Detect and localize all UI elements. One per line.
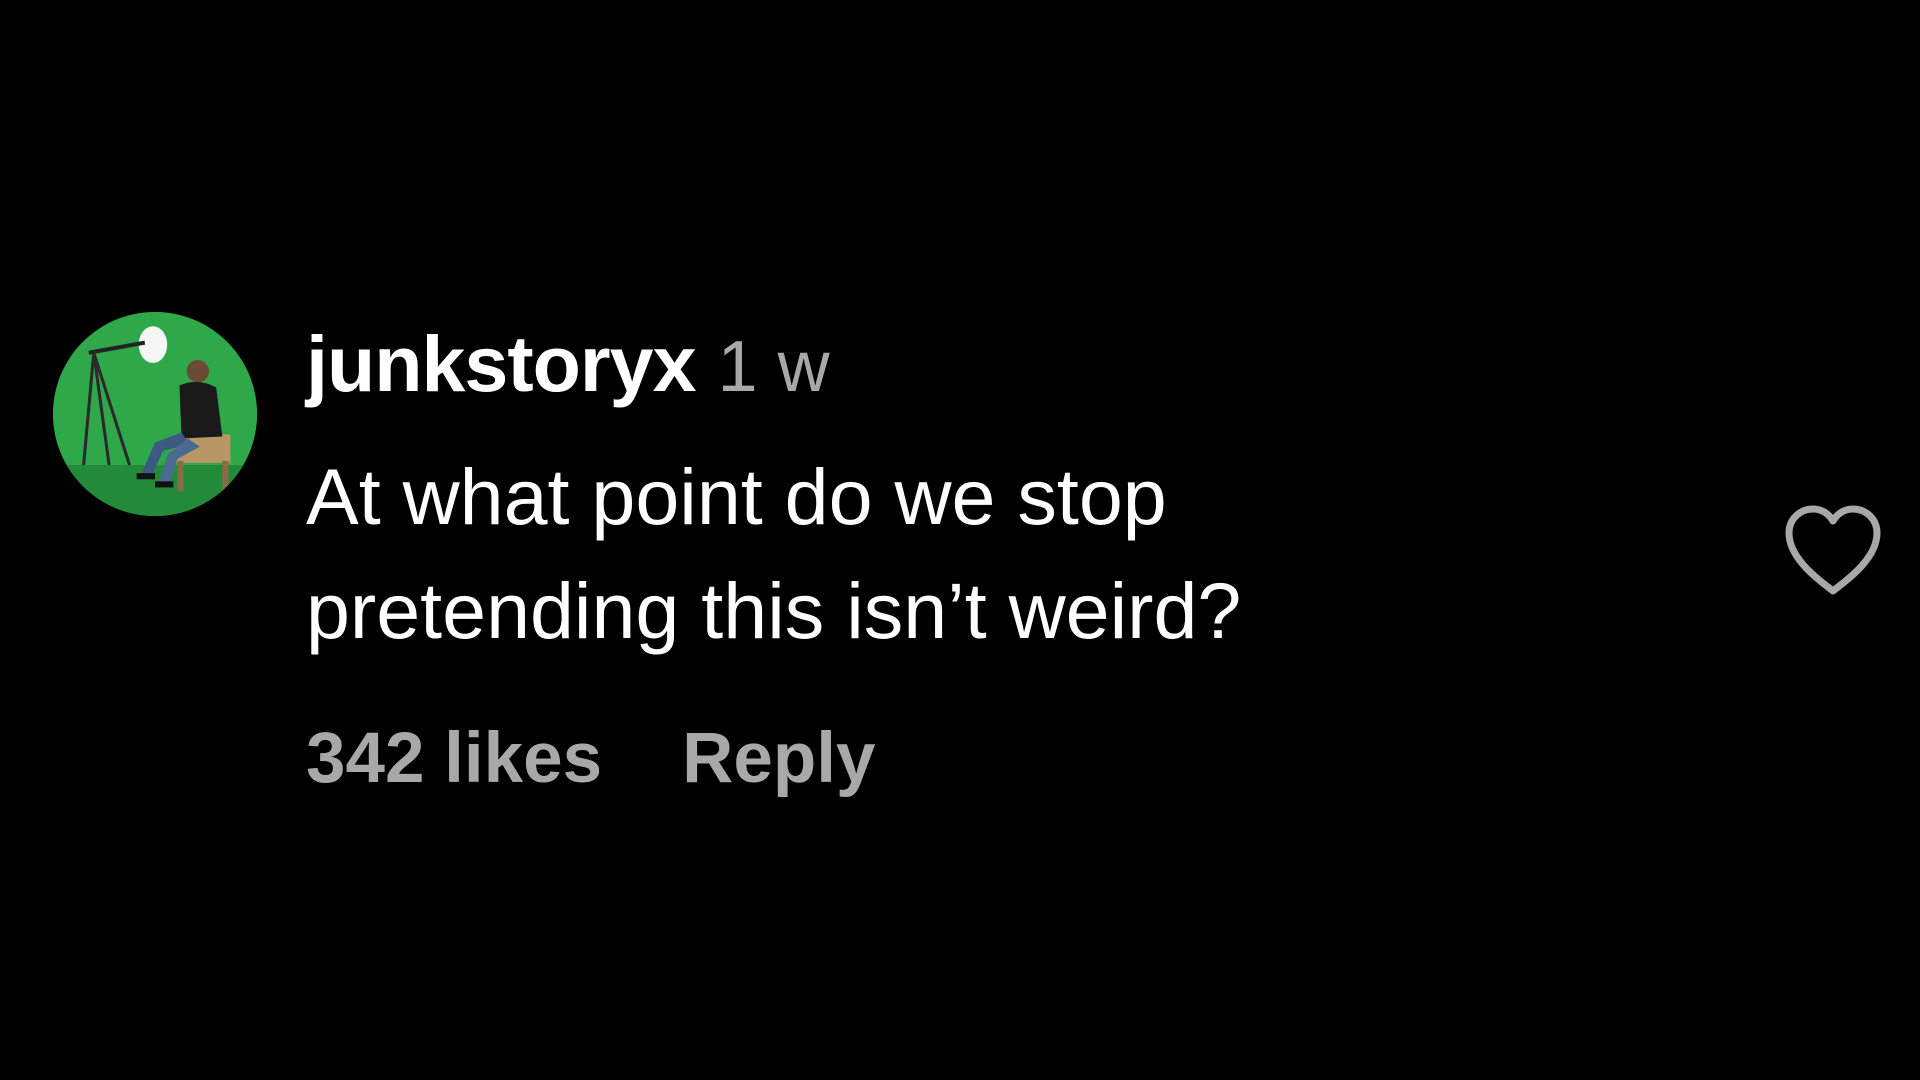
- likes-count[interactable]: 342 likes: [306, 718, 602, 799]
- comment-text-line-1: At what point do we stop: [306, 452, 1167, 541]
- avatar-photo: [53, 312, 257, 516]
- comment-item: junkstoryx 1 w At what point do we stop …: [0, 0, 1920, 1080]
- comment-timestamp: 1 w: [717, 327, 830, 407]
- comment-text-line-2: pretending this isn’t weird?: [306, 566, 1242, 655]
- reply-button[interactable]: Reply: [682, 718, 875, 799]
- comment-text: At what point do we stop pretending this…: [306, 440, 1686, 668]
- comment-header: junkstoryx 1 w: [306, 318, 830, 412]
- comment-actions: 342 likes Reply: [306, 718, 875, 799]
- like-button[interactable]: [1781, 503, 1885, 599]
- username-link[interactable]: junkstoryx: [306, 318, 697, 410]
- comment-screen: junkstoryx 1 w At what point do we stop …: [0, 0, 1920, 1080]
- heart-outline-icon: [1785, 505, 1881, 595]
- avatar[interactable]: [53, 312, 257, 516]
